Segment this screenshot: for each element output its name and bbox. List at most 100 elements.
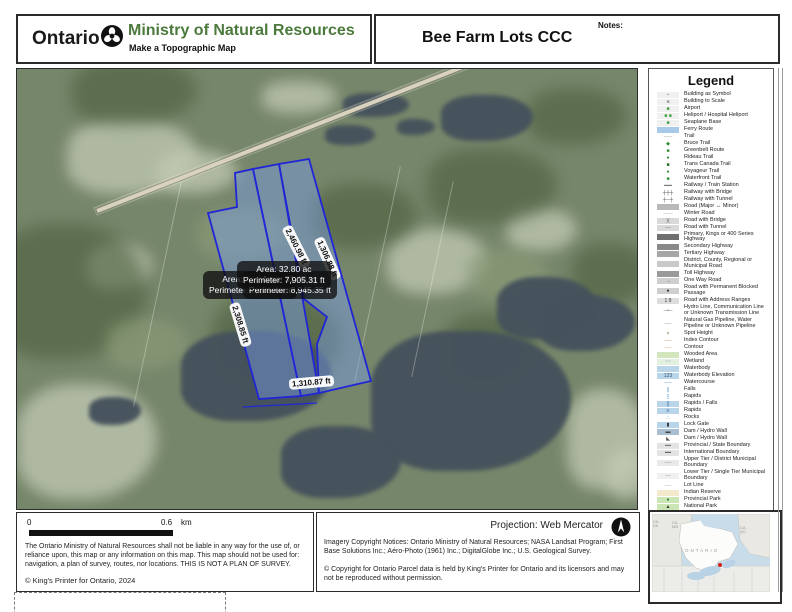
legend-swatch-icon: 1 9	[657, 298, 679, 304]
legend-item-label: Railway with Tunnel	[684, 197, 733, 203]
legend-swatch-icon: →	[657, 278, 679, 284]
parcel-sliver-line	[243, 403, 317, 407]
legend-item: ■Airport	[657, 105, 769, 112]
legend-swatch-icon: ●	[657, 155, 679, 161]
disclaimer-text: The Ontario Ministry of Natural Resource…	[25, 543, 307, 569]
legend-item: ┼╌┼ Railway with Tunnel	[657, 196, 769, 203]
locator-label-qc: CA QC	[740, 526, 746, 535]
legend-item-label: Building to Scale	[684, 99, 725, 105]
app-name: Make a Topographic Map	[129, 43, 236, 53]
legend-swatch-icon: ■	[657, 176, 679, 182]
legend-swatch-icon: ╌╌╌	[657, 211, 679, 217]
legend-item-label: Rideau Trail	[684, 155, 713, 161]
legend-item: ─•─Hydro Line, Communication Line or Unk…	[657, 305, 769, 318]
legend-item-label: Spot Height	[684, 331, 713, 337]
legend-swatch-icon: ║	[657, 401, 679, 407]
legend-item-label: Greenbelt Route	[684, 148, 724, 154]
legend-swatch-icon: ──	[657, 483, 679, 489]
map-title: Bee Farm Lots CCC	[422, 29, 572, 47]
legend-item-label: Rapids	[684, 408, 701, 414]
legend-item-label: Indian Reserve	[684, 490, 721, 496]
legend-item-label: Road (Major ↔ Minor)	[684, 204, 738, 210]
legend-swatch-icon: ──	[657, 460, 679, 466]
legend-item-label: International Boundary	[684, 450, 739, 456]
map-canvas[interactable]: 2,460.98 ft1,306.88 ft2,308.85 ft1,310.8…	[16, 68, 638, 510]
legend-title: Legend	[649, 73, 773, 88]
ontario-trillium-icon	[100, 24, 124, 53]
legend-panel: Legend ▪Building as Symbol■Building to S…	[648, 68, 774, 512]
legend-item: ╌╌╌ Winter Road	[657, 210, 769, 217]
legend-item: ╌╌ Lower Tier / Single Tier Municipal Bou…	[657, 469, 769, 482]
legend-swatch-icon: ┼╌┼	[657, 197, 679, 203]
legend-item-label: Waterbody	[684, 366, 710, 372]
legend-swatch-icon: ■	[657, 162, 679, 168]
legend-swatch-icon: ◣	[657, 436, 679, 442]
legend-item-label: Voyageur Trail	[684, 169, 719, 175]
legend-swatch-icon	[657, 204, 679, 210]
legend-swatch-icon: ~~	[657, 359, 679, 365]
legend-swatch-icon: ──	[657, 380, 679, 386]
legend-item: ●Voyageur Trail	[657, 168, 769, 175]
legend-swatch-icon: ■	[657, 148, 679, 154]
parcel-copyright-text: © Copyright for Ontario Parcel data is h…	[324, 566, 630, 584]
legend-swatch-icon	[657, 271, 679, 277]
legend-item-label: Waterbody Elevation	[684, 373, 735, 379]
legend-item-label: Trail	[684, 134, 695, 140]
legend-swatch-icon: ──	[657, 321, 679, 327]
legend-swatch-icon: ■	[657, 106, 679, 112]
projection-label: Projection: Web Mercator	[490, 520, 603, 531]
legend-item: ╌╌╌Trail	[657, 133, 769, 140]
legend-swatch-icon	[657, 352, 679, 358]
locator-marker-dot	[718, 563, 722, 567]
legend-item-label: Dam / Hydro Wall	[684, 436, 727, 442]
legend-item-label: Heliport / Hospital Heliport	[684, 113, 748, 119]
legend-item: ■ ■Heliport / Hospital Heliport	[657, 112, 769, 119]
legend-item-label: Watercourse	[684, 380, 715, 386]
legend-swatch-icon: ┇	[657, 394, 679, 400]
tooltip-area-value: Area: 32.80 ac	[243, 264, 325, 275]
notes-label: Notes:	[598, 21, 623, 30]
legend-swatch-icon: ▲	[657, 504, 679, 510]
locator-map: CA SK CA MB CA QC ONTARIO	[652, 514, 770, 592]
legend-item-label: Ferry Route	[684, 127, 713, 133]
legend-swatch-icon: ─•─	[657, 308, 679, 314]
legend-item-label: Provincial Park	[684, 497, 721, 503]
legend-item-label: Railway / Train Station	[684, 183, 739, 189]
ontario-logo-text: Ontario	[32, 28, 100, 50]
kings-printer-copyright: © King's Printer for Ontario, 2024	[25, 576, 135, 585]
imagery-copyright-text: Imagery Copyright Notices: Ontario Minis…	[324, 539, 630, 557]
legend-item: ■Trans Canada Trail	[657, 161, 769, 168]
legend-swatch-icon: ∴	[657, 415, 679, 421]
legend-item: ■Seaplane Base	[657, 119, 769, 126]
legend-item: ║Rapids / Falls	[657, 400, 769, 407]
legend-item: ──Index Contour	[657, 337, 769, 344]
legend-swatch-icon: )(	[657, 218, 679, 224]
legend-swatch-icon	[657, 244, 679, 250]
legend-item-label: Lot Line	[684, 483, 704, 489]
legend-item-label: Bruce Trail	[684, 141, 710, 147]
scale-bar	[29, 530, 173, 536]
legend-item: ●Road with Permanent Blocked Passage	[657, 285, 769, 298]
legend-items: ▪Building as Symbol■Building to Scale■Ai…	[649, 91, 773, 512]
legend-item: Wooded Area	[657, 351, 769, 358]
legend-swatch-icon	[657, 234, 679, 240]
legend-item-label: Road with Tunnel	[684, 225, 727, 231]
legend-item: ■ Greenbelt Route	[657, 147, 769, 154]
legend-swatch-icon: ╌╌	[657, 473, 679, 479]
legend-swatch-icon: ┼┼┼	[657, 190, 679, 196]
legend-swatch-icon	[657, 490, 679, 496]
legend-item-label: Provincial / State Boundary	[684, 443, 750, 449]
legend-item-label: Lower Tier / Single Tier Municipal Bound…	[684, 470, 769, 482]
legend-item: )(Road with Bridge	[657, 217, 769, 224]
legend-item-label: National Park	[684, 504, 717, 510]
locator-map-graphic	[652, 514, 770, 592]
scale-end-label: 0.6	[161, 518, 172, 527]
legend-item: ≡ Rapids	[657, 407, 769, 414]
legend-item-label: Winter Road	[684, 211, 715, 217]
legend-swatch-icon: ▮	[657, 422, 679, 428]
legend-item-label: Lock Gate	[684, 422, 709, 428]
legend-swatch-icon	[657, 127, 679, 133]
locator-map-box: CA SK CA MB CA QC ONTARIO	[648, 510, 782, 604]
legend-swatch-icon: ≡	[657, 408, 679, 414]
legend-swatch-icon: ──	[657, 338, 679, 344]
